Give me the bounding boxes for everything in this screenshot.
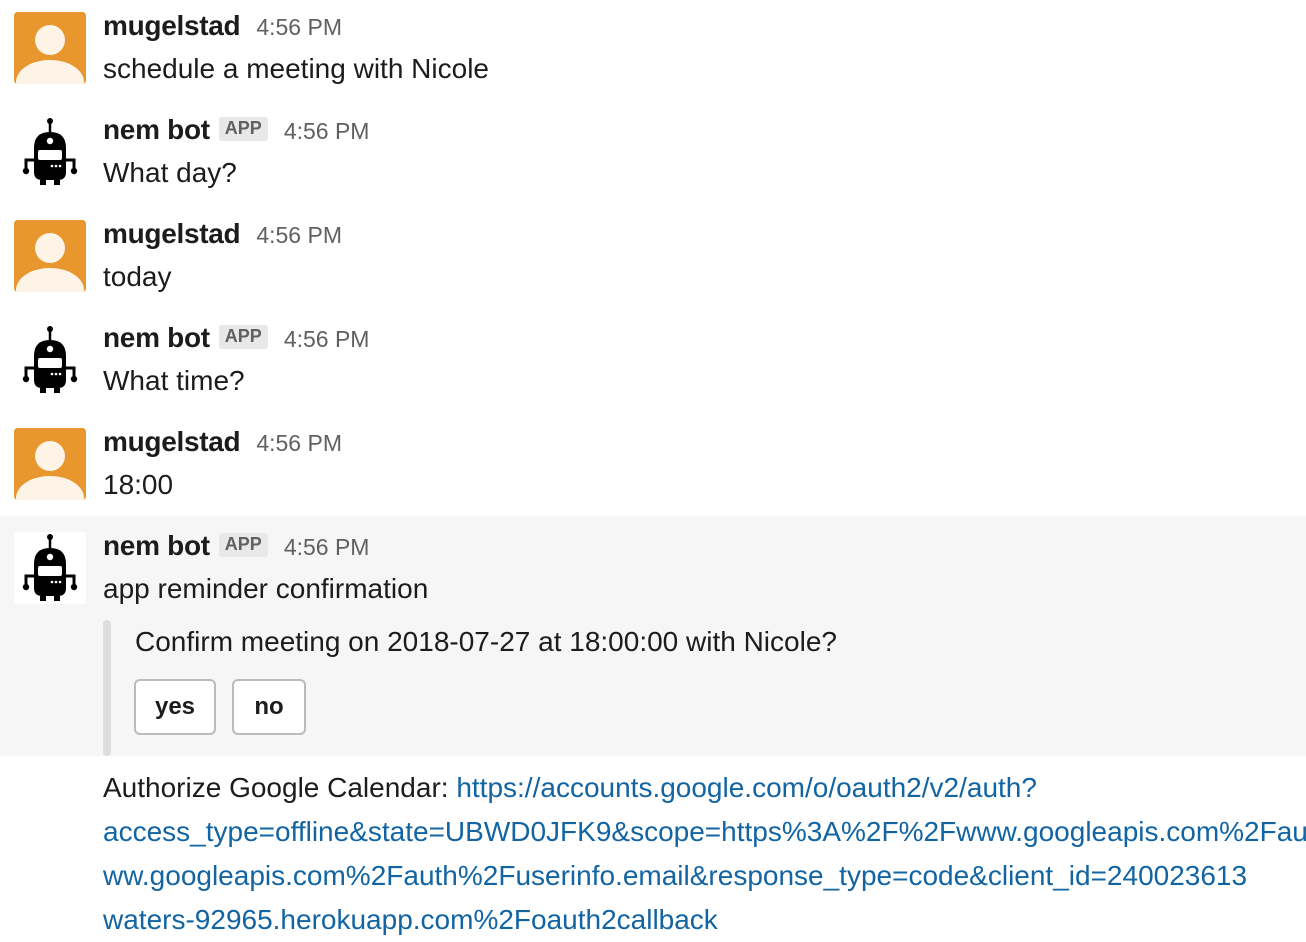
user-avatar-icon[interactable]	[14, 220, 86, 292]
timestamp[interactable]: 4:56 PM	[256, 222, 342, 249]
author-name[interactable]: nem bot	[103, 530, 210, 562]
attachment-text: Confirm meeting on 2018-07-27 at 18:00:0…	[135, 626, 837, 657]
message-header: nem bot APP 4:56 PM	[103, 322, 369, 354]
message-text: today	[103, 261, 172, 292]
message-header: mugelstad 4:56 PM	[103, 426, 342, 458]
authorize-link[interactable]: https://accounts.google.com/o/oauth2/v2/…	[456, 772, 1037, 803]
no-button[interactable]: no	[232, 679, 306, 735]
message: mugelstad 4:56 PM today	[0, 208, 1306, 312]
message-header: mugelstad 4:56 PM	[103, 218, 342, 250]
authorize-link-line: ww.googleapis.com%2Fauth%2Fuserinfo.emai…	[103, 854, 1306, 898]
message: nem bot APP 4:56 PM What day?	[0, 104, 1306, 208]
message: mugelstad 4:56 PM 18:00	[0, 416, 1306, 516]
author-name[interactable]: mugelstad	[103, 426, 241, 458]
message-header: nem bot APP 4:56 PM	[103, 114, 369, 146]
user-avatar-icon[interactable]	[14, 12, 86, 84]
authorize-line: Authorize Google Calendar: https://accou…	[103, 766, 1306, 810]
robot-icon[interactable]	[14, 532, 86, 604]
message-text: What day?	[103, 157, 237, 188]
author-name[interactable]: nem bot	[103, 114, 210, 146]
message: mugelstad 4:56 PM schedule a meeting wit…	[0, 0, 1306, 104]
authorize-link[interactable]: ww.googleapis.com%2Fauth%2Fuserinfo.emai…	[103, 860, 1247, 891]
authorize-link[interactable]: waters-92965.herokuapp.com%2Foauth2callb…	[103, 904, 718, 935]
robot-icon[interactable]	[14, 324, 86, 396]
timestamp[interactable]: 4:56 PM	[256, 430, 342, 457]
app-badge: APP	[218, 117, 268, 141]
author-name[interactable]: mugelstad	[103, 218, 241, 250]
message-header: nem bot APP 4:56 PM	[103, 530, 369, 562]
authorize-link[interactable]: access_type=offline&state=UBWD0JFK9&scop…	[103, 816, 1306, 847]
author-name[interactable]: nem bot	[103, 322, 210, 354]
attachment-border	[103, 620, 111, 756]
user-avatar-icon[interactable]	[14, 428, 86, 500]
timestamp[interactable]: 4:56 PM	[284, 534, 370, 561]
message-text: 18:00	[103, 469, 174, 500]
message-text: app reminder confirmation	[103, 573, 429, 604]
message: nem bot APP 4:56 PM app reminder confirm…	[0, 516, 1306, 756]
message: nem bot APP 4:56 PM What time?	[0, 312, 1306, 416]
authorize-link-line: access_type=offline&state=UBWD0JFK9&scop…	[103, 810, 1306, 854]
yes-button[interactable]: yes	[134, 679, 216, 735]
chat-message-list: mugelstad 4:56 PM schedule a meeting wit…	[0, 0, 1306, 942]
app-badge: APP	[218, 325, 268, 349]
message-header: mugelstad 4:56 PM	[103, 10, 342, 42]
authorize-message: Authorize Google Calendar: https://accou…	[103, 766, 1306, 942]
author-name[interactable]: mugelstad	[103, 10, 241, 42]
timestamp[interactable]: 4:56 PM	[284, 326, 370, 353]
app-badge: APP	[218, 533, 268, 557]
timestamp[interactable]: 4:56 PM	[284, 118, 370, 145]
message-text: schedule a meeting with Nicole	[103, 53, 489, 84]
authorize-link-line: waters-92965.herokuapp.com%2Foauth2callb…	[103, 898, 1306, 942]
message-text: What time?	[103, 365, 245, 396]
robot-icon[interactable]	[14, 116, 86, 188]
timestamp[interactable]: 4:56 PM	[256, 14, 342, 41]
authorize-label: Authorize Google Calendar:	[103, 772, 457, 803]
